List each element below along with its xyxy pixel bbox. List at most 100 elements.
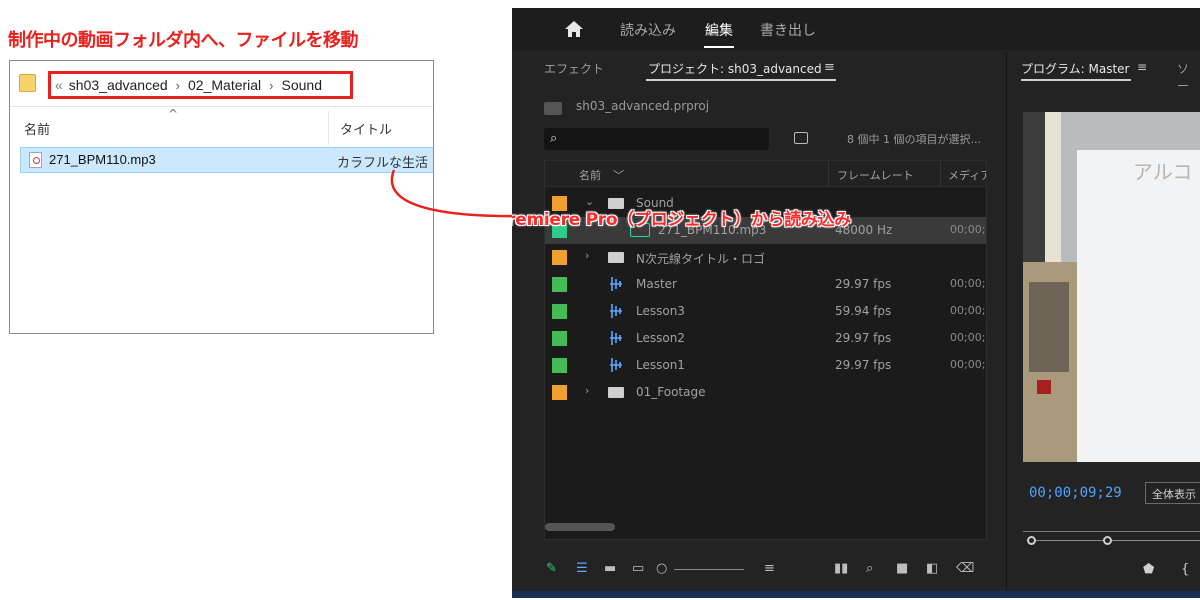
project-panel: エフェクト プロジェクト: sh03_advanced ≡ sh03_advan…: [532, 52, 1000, 598]
breadcrumb-item-material[interactable]: 02_Material: [188, 77, 261, 93]
new-bin-icon[interactable]: ■: [896, 561, 908, 576]
search-input[interactable]: ⌕: [544, 128, 769, 150]
back-chevron-icon[interactable]: «: [55, 77, 63, 93]
column-divider[interactable]: [940, 161, 941, 187]
sort-ascending-icon: ^: [168, 107, 179, 121]
zoom-slider-knob-icon[interactable]: ○: [656, 561, 667, 576]
in-out-scrubber[interactable]: [1023, 534, 1200, 548]
program-tab-underline: [1021, 79, 1131, 81]
file-row-selected[interactable]: 271_BPM110.mp3 カラフルな生活: [20, 147, 433, 173]
column-divider[interactable]: [328, 111, 329, 145]
pencil-icon[interactable]: ✎: [546, 561, 557, 576]
label-color-swatch[interactable]: [552, 250, 567, 265]
label-color-swatch[interactable]: [552, 277, 567, 292]
sequence-icon: [610, 331, 622, 345]
breadcrumb-separator: ›: [269, 77, 274, 93]
item-label: N次元線タイトル・ロゴ: [636, 252, 765, 266]
bin-folder-icon: [608, 252, 624, 263]
file-name: 271_BPM110.mp3: [49, 152, 156, 167]
item-media-start: 00;00;00: [950, 223, 986, 236]
out-point-handle-icon[interactable]: [1103, 536, 1112, 545]
column-header-title[interactable]: タイトル: [340, 119, 392, 138]
tab-effects[interactable]: エフェクト: [544, 60, 604, 77]
sequence-icon: [610, 277, 622, 291]
address-bar[interactable]: « sh03_advanced › 02_Material › Sound: [10, 61, 433, 107]
list-view-icon[interactable]: ☰: [576, 561, 588, 576]
tab-program[interactable]: プログラム: Master: [1021, 60, 1129, 77]
breadcrumb[interactable]: « sh03_advanced › 02_Material › Sound: [48, 71, 353, 99]
list-header-framerate[interactable]: フレームレート: [837, 167, 914, 183]
tab-import[interactable]: 読み込み: [620, 20, 676, 40]
item-label: 01_Footage: [636, 385, 706, 399]
home-icon[interactable]: [564, 19, 584, 39]
new-item-icon[interactable]: ◧: [926, 561, 938, 576]
time-ruler[interactable]: [1023, 522, 1200, 532]
list-item-sequence[interactable]: Master 29.97 fps 00;00;00: [545, 271, 986, 298]
automate-to-sequence-icon[interactable]: ▮▮: [834, 561, 848, 576]
sort-chevron-icon: ﹀: [613, 169, 624, 182]
program-monitor-panel: プログラム: Master ≡ ソー アルコ 00;00;09;29 全体表示 …: [1006, 52, 1200, 598]
freeform-view-icon[interactable]: ▭: [632, 561, 644, 576]
search-icon: ⌕: [550, 131, 558, 146]
item-media-start: 00;00;00: [950, 331, 986, 344]
list-header-media[interactable]: メディア: [948, 167, 986, 183]
trash-icon[interactable]: ⌫: [956, 561, 974, 576]
playhead-timecode[interactable]: 00;00;09;29: [1029, 485, 1122, 501]
icon-view-icon[interactable]: ▬: [604, 561, 616, 576]
selection-status: 8 個中 1 個の項目が選択...: [847, 133, 981, 146]
sort-icon[interactable]: ≡: [764, 561, 775, 576]
collapsed-chevron-icon[interactable]: ›: [585, 384, 589, 397]
tab-project[interactable]: プロジェクト: sh03_advanced: [648, 60, 822, 77]
in-point-handle-icon[interactable]: [1027, 536, 1036, 545]
list-header-name[interactable]: 名前: [579, 167, 601, 183]
item-label: Lesson1: [636, 358, 685, 372]
project-file-name: sh03_advanced.prproj: [576, 99, 710, 113]
video-whiteboard: [1077, 150, 1200, 462]
whiteboard-text: アルコ: [1133, 160, 1193, 184]
list-item-folder[interactable]: › N次元線タイトル・ロゴ: [545, 244, 986, 271]
mark-in-icon[interactable]: {: [1181, 562, 1189, 577]
list-item-folder[interactable]: › 01_Footage: [545, 379, 986, 406]
item-label: Master: [636, 277, 677, 291]
active-tab-underline: [704, 46, 734, 48]
add-marker-icon[interactable]: ⬟: [1143, 562, 1154, 577]
column-header-name[interactable]: 名前: [24, 119, 50, 138]
item-media-start: 00;00;00: [950, 277, 986, 290]
tab-export[interactable]: 書き出し: [760, 20, 816, 40]
column-divider[interactable]: [828, 161, 829, 187]
video-preview[interactable]: アルコ: [1023, 112, 1200, 462]
label-color-swatch[interactable]: [552, 331, 567, 346]
workspace-bar: 読み込み 編集 書き出し: [512, 8, 1200, 50]
file-explorer-window: « sh03_advanced › 02_Material › Sound 名前…: [9, 60, 434, 334]
annotation-caption: 制作中の動画フォルダ内へ、ファイルを移動: [8, 30, 359, 51]
sequence-icon: [610, 304, 622, 318]
sequence-icon: [610, 358, 622, 372]
item-framerate: 29.97 fps: [835, 277, 892, 291]
find-bin-icon[interactable]: [794, 132, 808, 144]
breadcrumb-item-sh03[interactable]: sh03_advanced: [69, 77, 168, 93]
zoom-fit-dropdown[interactable]: 全体表示: [1145, 482, 1200, 504]
project-panel-toolbar: ✎ ☰ ▬ ▭ ○ ≡ ▮▮ ⌕ ■ ◧ ⌫: [544, 557, 994, 581]
item-media-start: 00;00;00: [950, 304, 986, 317]
breadcrumb-item-sound[interactable]: Sound: [282, 77, 322, 93]
bottom-accent-strip: [512, 591, 1200, 598]
list-item-sequence[interactable]: Lesson1 29.97 fps 00;00;00: [545, 352, 986, 379]
folder-icon: [19, 74, 36, 92]
panel-menu-icon[interactable]: ≡: [1137, 60, 1147, 74]
project-tab-underline: [646, 79, 836, 81]
horizontal-scrollbar[interactable]: [545, 523, 615, 531]
item-label: Lesson2: [636, 331, 685, 345]
tab-edit[interactable]: 編集: [705, 20, 733, 40]
list-item-sequence[interactable]: Lesson3 59.94 fps 00;00;00: [545, 298, 986, 325]
label-color-swatch[interactable]: [552, 358, 567, 373]
collapsed-chevron-icon[interactable]: ›: [585, 249, 589, 262]
tab-source[interactable]: ソー: [1177, 60, 1200, 94]
label-color-swatch[interactable]: [552, 304, 567, 319]
list-item-sequence[interactable]: Lesson2 29.97 fps 00;00;00: [545, 325, 986, 352]
breadcrumb-separator: ›: [175, 77, 181, 93]
item-framerate: 29.97 fps: [835, 358, 892, 372]
label-color-swatch[interactable]: [552, 385, 567, 400]
panel-menu-icon[interactable]: ≡: [824, 60, 835, 75]
find-icon[interactable]: ⌕: [866, 561, 873, 576]
zoom-slider[interactable]: [674, 569, 744, 570]
